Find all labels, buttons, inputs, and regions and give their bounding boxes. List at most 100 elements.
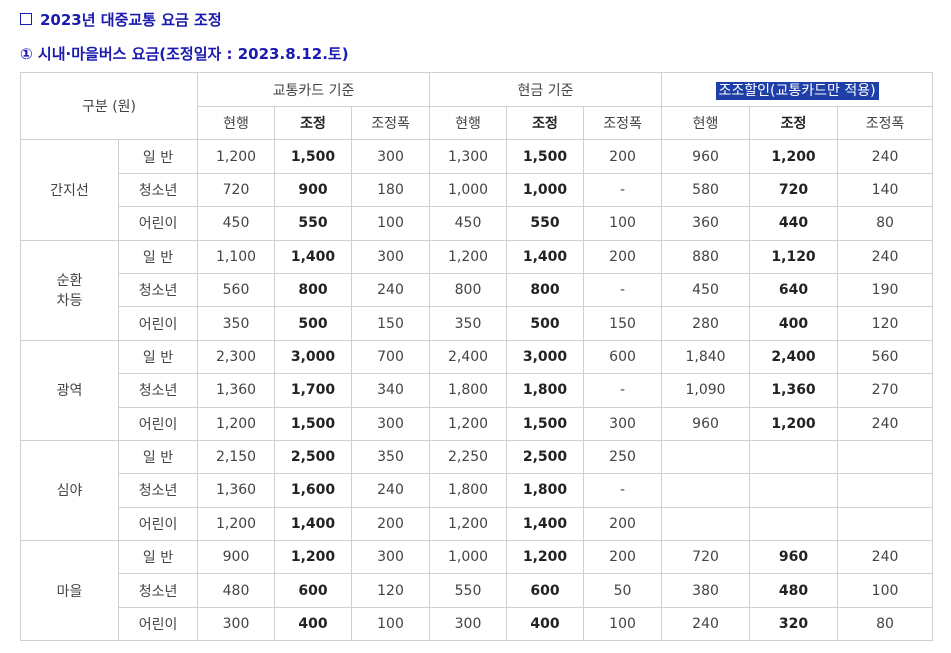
fare-cell: 2,500 (274, 439, 353, 475)
fare-cell: 300 (583, 406, 663, 441)
category-cell: 심야 (20, 439, 119, 542)
fare-cell: 960 (661, 406, 751, 441)
subheader-cell: 현행 (661, 105, 751, 141)
table-corner-header: 구분 (원) (19, 71, 199, 141)
fare-cell: 580 (661, 172, 751, 208)
fare-cell: 100 (351, 606, 431, 642)
fare-cell: 1,600 (274, 473, 353, 508)
fare-cell: 340 (351, 373, 431, 408)
rider-type-cell: 일 반 (117, 239, 199, 274)
fare-cell: 1,500 (506, 406, 585, 441)
fare-cell: 1,500 (274, 139, 353, 174)
fare-cell: 240 (837, 239, 934, 274)
fare-cell: 550 (506, 206, 585, 241)
fare-cell: 1,200 (429, 506, 508, 542)
fare-cell: 480 (197, 573, 276, 608)
fare-cell: 1,200 (197, 139, 276, 174)
fare-cell: 1,400 (506, 239, 585, 274)
fare-cell: 240 (351, 272, 431, 308)
fare-cell (661, 473, 751, 508)
rider-type-cell: 어린이 (117, 606, 199, 642)
fare-cell: 2,150 (197, 439, 276, 475)
fare-cell: 500 (274, 306, 353, 341)
fare-cell (661, 506, 751, 542)
table-row: 어린이 300 400 100 300 400 100 240 320 80 (21, 606, 934, 642)
fare-cell: 350 (351, 439, 431, 475)
fare-cell: 1,500 (274, 406, 353, 441)
subheader-cell: 현행 (429, 105, 508, 141)
fare-cell: 1,200 (429, 239, 508, 274)
group-header-early: 조조할인(교통카드만 적용) (661, 72, 934, 107)
fare-cell: 140 (837, 172, 934, 208)
category-cell: 광역 (20, 339, 119, 441)
rider-type-cell: 어린이 (117, 306, 199, 341)
fare-cell: 2,250 (429, 439, 508, 475)
fare-cell: 880 (661, 239, 751, 274)
rider-type-cell: 일 반 (117, 139, 199, 174)
fare-cell: 240 (351, 473, 431, 508)
fare-cell: 2,400 (749, 339, 839, 375)
fare-cell: 1,700 (274, 373, 353, 408)
fare-cell: - (583, 373, 663, 408)
rider-type-cell: 청소년 (117, 573, 199, 608)
subheader-cell: 현행 (197, 105, 276, 141)
square-bullet-icon (20, 12, 32, 25)
fare-cell: 450 (661, 272, 751, 308)
fare-cell: 700 (351, 339, 431, 375)
fare-cell: 720 (197, 172, 276, 208)
fare-cell: 500 (506, 306, 585, 341)
fare-cell: 190 (837, 272, 934, 308)
table-body: 간지선 일 반 1,200 1,500 300 1,300 1,500 200 960 1,200… (20, 139, 934, 642)
fare-cell: 1,200 (506, 540, 585, 575)
fare-cell: 200 (583, 239, 663, 274)
fare-cell: 1,360 (197, 473, 276, 508)
fare-cell: 450 (197, 206, 276, 241)
fare-cell: 1,400 (274, 239, 353, 274)
fare-cell: 50 (583, 573, 663, 608)
fare-cell: 350 (429, 306, 508, 341)
fare-cell: 1,200 (274, 540, 353, 575)
fare-cell: 2,300 (197, 339, 276, 375)
table-row: 마을 일 반 900 1,200 300 1,000 1,200 200 720 960 240 (20, 540, 934, 642)
fare-cell: 200 (583, 139, 663, 174)
table-row: 광역 일 반 2,300 3,000 700 2,400 3,000 600 1,840 2,40… (20, 339, 934, 441)
table-row: 어린이 350 500 150 350 500 150 280 400 120 (21, 306, 934, 341)
table-row: 청소년 480 600 120 550 600 50 380 480 100 (21, 573, 934, 608)
fare-cell (837, 439, 934, 475)
fare-cell: 800 (506, 272, 585, 308)
fare-cell: 300 (429, 606, 508, 642)
table-row: 청소년 1,360 1,700 340 1,800 1,800-1,090 1,360 270 (21, 373, 934, 408)
rider-type-cell: 어린이 (117, 506, 199, 542)
fare-cell: 1,200 (197, 506, 276, 542)
fare-cell: 1,360 (197, 373, 276, 408)
fare-cell: 240 (837, 406, 934, 441)
fare-cell (837, 473, 934, 508)
table-row: 어린이 1,200 1,400 200 1,200 1,400 200 (21, 506, 934, 542)
fare-cell: 300 (351, 406, 431, 441)
rider-type-cell: 일 반 (117, 540, 199, 575)
subheader-cell: 조정폭 (837, 105, 934, 141)
fare-cell: 100 (583, 206, 663, 241)
fare-cell: 150 (583, 306, 663, 341)
fare-cell: 1,400 (274, 506, 353, 542)
fare-cell: 300 (197, 606, 276, 642)
fare-cell: 1,000 (429, 172, 508, 208)
fare-cell: 480 (749, 573, 839, 608)
table-row: 심야 일 반 2,150 2,500 350 2,250 2,500 250 (20, 439, 934, 542)
fare-cell: 3,000 (274, 339, 353, 375)
fare-cell: 400 (506, 606, 585, 642)
fare-cell: 380 (661, 573, 751, 608)
rider-type-cell: 일 반 (117, 439, 199, 475)
fare-cell: 800 (429, 272, 508, 308)
rider-type-cell: 청소년 (117, 473, 199, 508)
table-row: 어린이 450 550 100 450 550 100 360 440 80 (21, 206, 934, 241)
fare-cell: - (583, 172, 663, 208)
fare-cell: 550 (429, 573, 508, 608)
fare-cell: 2,500 (506, 439, 585, 475)
fare-cell (661, 439, 751, 475)
fare-cell: 900 (274, 172, 353, 208)
fare-cell: 350 (197, 306, 276, 341)
fare-cell: 1,800 (506, 473, 585, 508)
fare-cell: 600 (274, 573, 353, 608)
fare-cell (837, 506, 934, 542)
